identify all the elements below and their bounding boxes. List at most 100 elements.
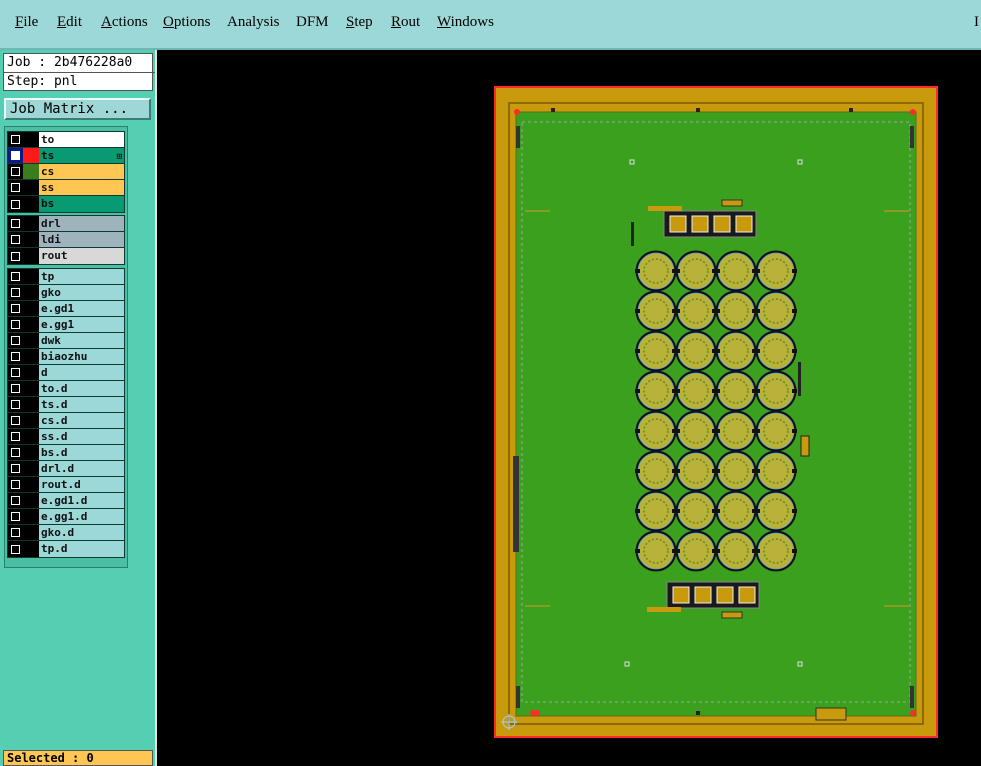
layer-row-e-gd1-d[interactable]: e.gd1.d [8,493,124,509]
menu-windows[interactable]: Windows [437,14,494,31]
layer-row-biaozhu[interactable]: biaozhu [8,349,124,365]
layer-color-swatch[interactable] [23,164,39,179]
layer-name-label[interactable]: to [39,132,124,147]
layer-checkbox[interactable] [11,368,20,377]
layer-color-swatch[interactable] [23,269,39,284]
layer-checkbox[interactable] [11,352,20,361]
layer-row-ts[interactable]: ts ⊞ [8,148,124,164]
layer-name-label[interactable]: ts ⊞ [39,148,124,163]
layer-name-label[interactable]: d [39,365,124,380]
layer-checkbox[interactable] [11,135,20,144]
layer-color-swatch[interactable] [23,301,39,316]
layer-checkbox[interactable] [11,400,20,409]
layer-name-label[interactable]: cs [39,164,124,179]
layer-row-cs[interactable]: cs [8,164,124,180]
layer-color-swatch[interactable] [23,180,39,195]
layer-name-label[interactable]: e.gg1.d [39,509,124,524]
menu-edit[interactable]: Edit [57,14,82,31]
layer-row-rout-d[interactable]: rout.d [8,477,124,493]
layer-name-label[interactable]: ts.d [39,397,124,412]
layer-row-cs-d[interactable]: cs.d [8,413,124,429]
layer-checkbox[interactable] [11,496,20,505]
layer-color-swatch[interactable] [23,461,39,476]
menu-dfm[interactable]: DFM [296,14,329,31]
layer-checkbox[interactable] [11,416,20,425]
layer-color-swatch[interactable] [23,509,39,524]
layer-row-to[interactable]: to [8,132,124,148]
layer-checkbox[interactable] [11,336,20,345]
layer-row-e-gg1-d[interactable]: e.gg1.d [8,509,124,525]
layer-row-dwk[interactable]: dwk [8,333,124,349]
layer-checkbox[interactable] [11,219,20,228]
layer-row-rout[interactable]: rout [8,248,124,264]
layer-color-swatch[interactable] [23,429,39,444]
layer-row-ts-d[interactable]: ts.d [8,397,124,413]
layer-checkbox[interactable] [11,432,20,441]
layer-name-label[interactable]: ss.d [39,429,124,444]
layer-row-ldi[interactable]: ldi [8,232,124,248]
menu-file[interactable]: File [15,14,38,31]
layer-row-tp[interactable]: tp [8,269,124,285]
layer-name-label[interactable]: drl [39,216,124,231]
layer-checkbox[interactable] [11,448,20,457]
layer-color-swatch[interactable] [23,445,39,460]
layer-row-ss-d[interactable]: ss.d [8,429,124,445]
layer-name-label[interactable]: rout.d [39,477,124,492]
layer-name-label[interactable]: drl.d [39,461,124,476]
layer-color-swatch[interactable] [23,333,39,348]
layer-checkbox[interactable] [11,528,20,537]
layer-row-to-d[interactable]: to.d [8,381,124,397]
menu-step[interactable]: Step [346,14,373,31]
menu-analysis[interactable]: Analysis [227,14,280,31]
layer-name-label[interactable]: biaozhu [39,349,124,364]
layer-color-swatch[interactable] [23,132,39,147]
job-matrix-button[interactable]: Job Matrix ... [4,98,151,120]
layer-row-e-gg1[interactable]: e.gg1 [8,317,124,333]
layer-checkbox[interactable] [11,235,20,244]
layer-color-swatch[interactable] [23,397,39,412]
layer-checkbox[interactable] [11,320,20,329]
layer-color-swatch[interactable] [23,317,39,332]
layer-checkbox[interactable] [11,167,20,176]
layer-name-label[interactable]: to.d [39,381,124,396]
layer-row-ss[interactable]: ss [8,180,124,196]
layer-name-label[interactable]: bs.d [39,445,124,460]
layer-color-swatch[interactable] [23,248,39,264]
layer-row-d[interactable]: d [8,365,124,381]
layer-checkbox[interactable] [11,199,20,209]
layer-name-label[interactable]: tp.d [39,541,124,557]
layer-checkbox[interactable] [11,304,20,313]
graphics-canvas[interactable] [157,50,981,766]
layer-name-label[interactable]: cs.d [39,413,124,428]
layer-checkbox[interactable] [11,480,20,489]
layer-row-e-gd1[interactable]: e.gd1 [8,301,124,317]
layer-color-swatch[interactable] [23,477,39,492]
layer-name-label[interactable]: e.gg1 [39,317,124,332]
layer-color-swatch[interactable] [23,285,39,300]
layer-color-swatch[interactable] [23,493,39,508]
layer-row-tp-d[interactable]: tp.d [8,541,124,557]
layer-color-swatch[interactable] [23,413,39,428]
layer-checkbox[interactable] [11,288,20,297]
layer-drag-handle-icon[interactable]: ⊞ [117,150,122,165]
layer-row-drl[interactable]: drl [8,216,124,232]
layer-name-label[interactable]: tp [39,269,124,284]
layer-color-swatch[interactable] [23,525,39,540]
menu-options[interactable]: Options [163,14,211,31]
layer-checkbox[interactable] [11,251,20,261]
layer-name-label[interactable]: ss [39,180,124,195]
layer-row-bs[interactable]: bs [8,196,124,212]
layer-name-label[interactable]: ldi [39,232,124,247]
layer-checkbox[interactable] [11,464,20,473]
menu-actions[interactable]: Actions [101,14,148,31]
layer-row-gko-d[interactable]: gko.d [8,525,124,541]
menu-rout[interactable]: Rout [391,14,420,31]
layer-row-gko[interactable]: gko [8,285,124,301]
layer-name-label[interactable]: gko.d [39,525,124,540]
layer-name-label[interactable]: dwk [39,333,124,348]
layer-checkbox[interactable] [11,183,20,192]
layer-name-label[interactable]: e.gd1 [39,301,124,316]
layer-color-swatch[interactable] [23,196,39,212]
layer-color-swatch[interactable] [23,541,39,557]
layer-color-swatch[interactable] [23,365,39,380]
